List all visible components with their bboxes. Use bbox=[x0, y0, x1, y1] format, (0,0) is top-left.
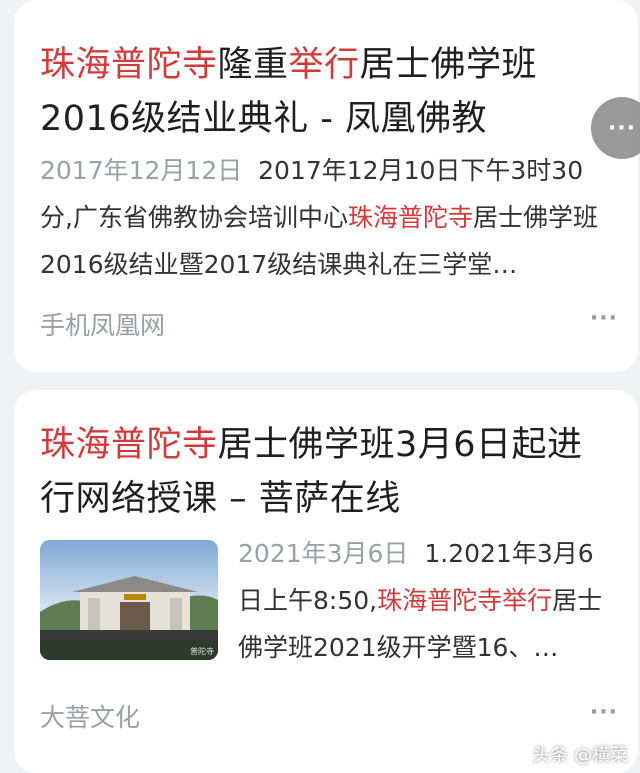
more-options-icon[interactable]: ··· bbox=[590, 306, 618, 331]
result-title[interactable]: 珠海普陀寺隆重举行居士佛学班2016级结业典礼 - 凤凰佛教 bbox=[40, 38, 612, 146]
result-source[interactable]: 大菩文化 bbox=[40, 698, 140, 734]
result-date: 2017年12月12日 bbox=[40, 156, 243, 185]
result-snippet: 2021年3月6日 1.2021年3月6日上午8:50,珠海普陀寺举行居士佛学班… bbox=[238, 530, 616, 671]
snippet-part: 珠海普陀寺 bbox=[347, 203, 473, 232]
search-result-card-1[interactable]: 珠海普陀寺隆重举行居士佛学班2016级结业典礼 - 凤凰佛教 2017年12月1… bbox=[14, 0, 638, 372]
result-date: 2021年3月6日 bbox=[238, 539, 409, 568]
title-part: 珠海普陀寺 bbox=[40, 45, 218, 85]
title-part: 珠海普陀寺 bbox=[40, 425, 218, 465]
result-thumbnail[interactable]: 普陀寺 bbox=[40, 540, 218, 660]
search-result-card-2[interactable]: 珠海普陀寺居士佛学班3月6日起进行网络授课 – 菩萨在线 普陀寺 2021年3月… bbox=[14, 390, 638, 773]
watermark-text: 头条 @横菜 bbox=[532, 745, 628, 766]
thumbnail-sign-text: 普陀寺 bbox=[190, 646, 214, 656]
snippet-part: 珠海普陀寺举行 bbox=[377, 586, 553, 615]
more-options-icon[interactable]: ··· bbox=[590, 700, 618, 725]
title-part: 隆重 bbox=[217, 45, 289, 85]
result-source[interactable]: 手机凤凰网 bbox=[40, 306, 165, 342]
result-title[interactable]: 珠海普陀寺居士佛学班3月6日起进行网络授课 – 菩萨在线 bbox=[40, 418, 612, 526]
title-part: 举行 bbox=[288, 45, 360, 85]
temple-gate-image: 普陀寺 bbox=[40, 540, 218, 660]
result-snippet: 2017年12月12日 2017年12月10日下午3时30分,广东省佛教协会培训… bbox=[40, 147, 616, 288]
